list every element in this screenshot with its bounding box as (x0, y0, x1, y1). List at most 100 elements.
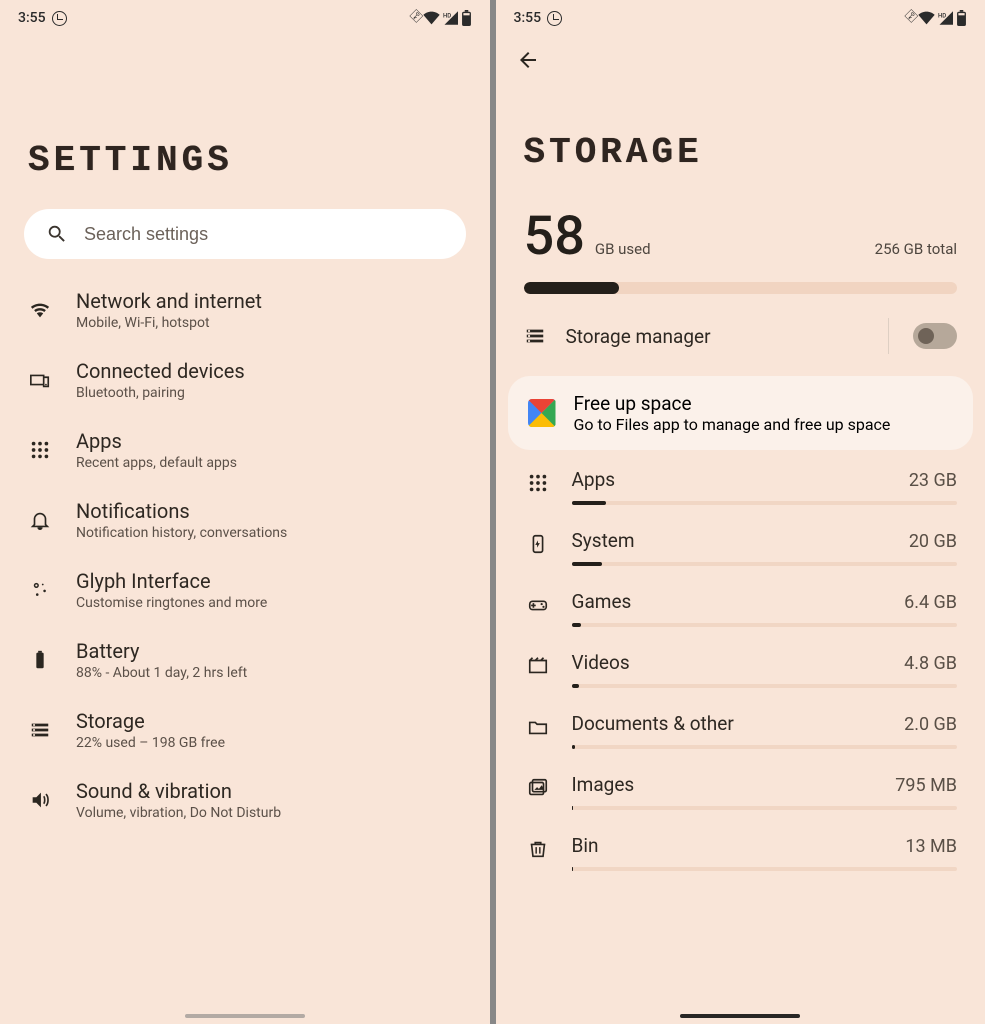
cat-bar (572, 745, 958, 749)
gesture-bar[interactable] (185, 1014, 305, 1018)
storage-cat-system[interactable]: System 20 GB (496, 517, 985, 578)
settings-item-wifi[interactable]: Network and internet Mobile, Wi-Fi, hotsp… (0, 275, 490, 345)
cat-bar (572, 684, 958, 688)
storage-manager-label: Storage manager (566, 325, 869, 348)
storage-cat-trash[interactable]: Bin 13 MB (496, 822, 985, 883)
cat-bar (572, 867, 958, 871)
item-subtitle: 88% - About 1 day, 2 hrs left (76, 665, 468, 681)
storage-cat-apps[interactable]: Apps 23 GB (496, 456, 985, 517)
item-subtitle: Bluetooth, pairing (76, 385, 468, 401)
cat-bar (572, 623, 958, 627)
storage-cat-games[interactable]: Games 6.4 GB (496, 578, 985, 639)
item-title: Storage (76, 709, 468, 733)
settings-item-apps[interactable]: Apps Recent apps, default apps (0, 415, 490, 485)
games-icon (524, 590, 552, 616)
cat-amount: 13 MB (905, 836, 957, 857)
cat-name: Bin (572, 834, 599, 857)
storage-usage: 58 GB used 256 GB total (496, 195, 985, 302)
devices-icon (22, 369, 58, 391)
cat-bar (572, 562, 958, 566)
settings-list: Network and internet Mobile, Wi-Fi, hotsp… (0, 269, 490, 841)
used-number: 58 (524, 205, 585, 268)
storage-cat-videos[interactable]: Videos4.8 GB (496, 639, 985, 700)
settings-item-bell[interactable]: Notifications Notification history, conve… (0, 485, 490, 555)
total-label: 256 GB total (875, 240, 957, 258)
storage-manager-icon (524, 325, 546, 347)
back-button[interactable] (516, 48, 966, 72)
cat-amount: 23 GB (909, 470, 957, 491)
svg-text:HD: HD (443, 12, 451, 19)
svg-text:HD: HD (938, 12, 946, 19)
storage-manager-row[interactable]: Storage manager (496, 302, 985, 370)
item-title: Network and internet (76, 289, 468, 313)
search-settings[interactable] (24, 209, 466, 259)
cat-bar (572, 806, 958, 810)
item-title: Notifications (76, 499, 468, 523)
cat-amount: 20 GB (909, 531, 957, 552)
item-title: Glyph Interface (76, 569, 468, 593)
storage-manager-toggle[interactable] (913, 323, 957, 349)
storage-screen: 3:55 ⚿ HD STORAGE 58 GB used 256 GB tota… (496, 0, 985, 1024)
cat-name: Documents & other (572, 712, 734, 735)
storage-icon (22, 719, 58, 741)
cat-name: Videos (572, 651, 630, 674)
item-subtitle: Customise ringtones and more (76, 595, 468, 611)
bell-icon (22, 509, 58, 531)
item-subtitle: 22% used – 198 GB free (76, 735, 468, 751)
usage-bar (524, 282, 958, 294)
storage-cat-images[interactable]: Images 795 MB (496, 761, 985, 822)
page-title: SETTINGS (0, 140, 490, 181)
apps-icon (22, 439, 58, 461)
item-title: Apps (76, 429, 468, 453)
free-up-space-card[interactable]: Free up space Go to Files app to manage … (508, 376, 974, 450)
item-title: Sound & vibration (76, 779, 468, 803)
item-title: Battery (76, 639, 468, 663)
settings-item-battery[interactable]: Battery 88% - About 1 day, 2 hrs left (0, 625, 490, 695)
wifi-icon (22, 299, 58, 321)
settings-screen: 3:55 ⚿ HD SETTINGS Network and internet M… (0, 0, 490, 1024)
videos-icon (524, 651, 552, 677)
cat-name: Apps (572, 468, 616, 491)
alarm-icon (547, 11, 562, 26)
status-time: 3:55 (18, 10, 46, 26)
cat-name: Images (572, 773, 635, 796)
item-title: Connected devices (76, 359, 468, 383)
settings-item-devices[interactable]: Connected devices Bluetooth, pairing (0, 345, 490, 415)
system-icon (524, 529, 552, 555)
search-input[interactable] (84, 224, 444, 245)
wifi-icon (918, 11, 935, 25)
status-bar: 3:55 ⚿ HD (0, 0, 490, 30)
divider (888, 318, 889, 354)
settings-item-storage[interactable]: Storage 22% used – 198 GB free (0, 695, 490, 765)
search-icon (46, 223, 68, 245)
storage-cat-folder[interactable]: Documents & other 2.0 GB (496, 700, 985, 761)
glyph-icon (22, 579, 58, 601)
page-title: STORAGE (496, 132, 985, 173)
gesture-bar[interactable] (680, 1014, 800, 1018)
battery-icon (956, 10, 967, 26)
settings-item-glyph[interactable]: Glyph Interface Customise ringtones and m… (0, 555, 490, 625)
cat-amount: 6.4 GB (904, 592, 957, 613)
arrow-back-icon (516, 48, 540, 72)
alarm-icon (52, 11, 67, 26)
item-subtitle: Mobile, Wi-Fi, hotspot (76, 315, 468, 331)
free-up-title: Free up space (574, 392, 891, 415)
cat-amount: 2.0 GB (904, 714, 957, 735)
folder-icon (524, 712, 552, 738)
cat-amount: 795 MB (895, 775, 957, 796)
cat-bar (572, 501, 958, 505)
status-time: 3:55 (514, 10, 542, 26)
storage-category-list: Apps 23 GB System 20 GB Games 6.4 GB Videos4.8… (496, 456, 985, 883)
battery-icon (461, 10, 472, 26)
images-icon (524, 773, 552, 799)
cat-name: System (572, 529, 635, 552)
signal-icon: HD (938, 11, 953, 25)
item-subtitle: Recent apps, default apps (76, 455, 468, 471)
battery-icon (22, 649, 58, 671)
files-app-icon (528, 399, 556, 427)
settings-item-sound[interactable]: Sound & vibrationVolume, vibration, Do N… (0, 765, 490, 835)
trash-icon (524, 834, 552, 860)
cat-name: Games (572, 590, 632, 613)
status-bar: 3:55 ⚿ HD (496, 0, 985, 30)
item-subtitle: Notification history, conversations (76, 525, 468, 541)
